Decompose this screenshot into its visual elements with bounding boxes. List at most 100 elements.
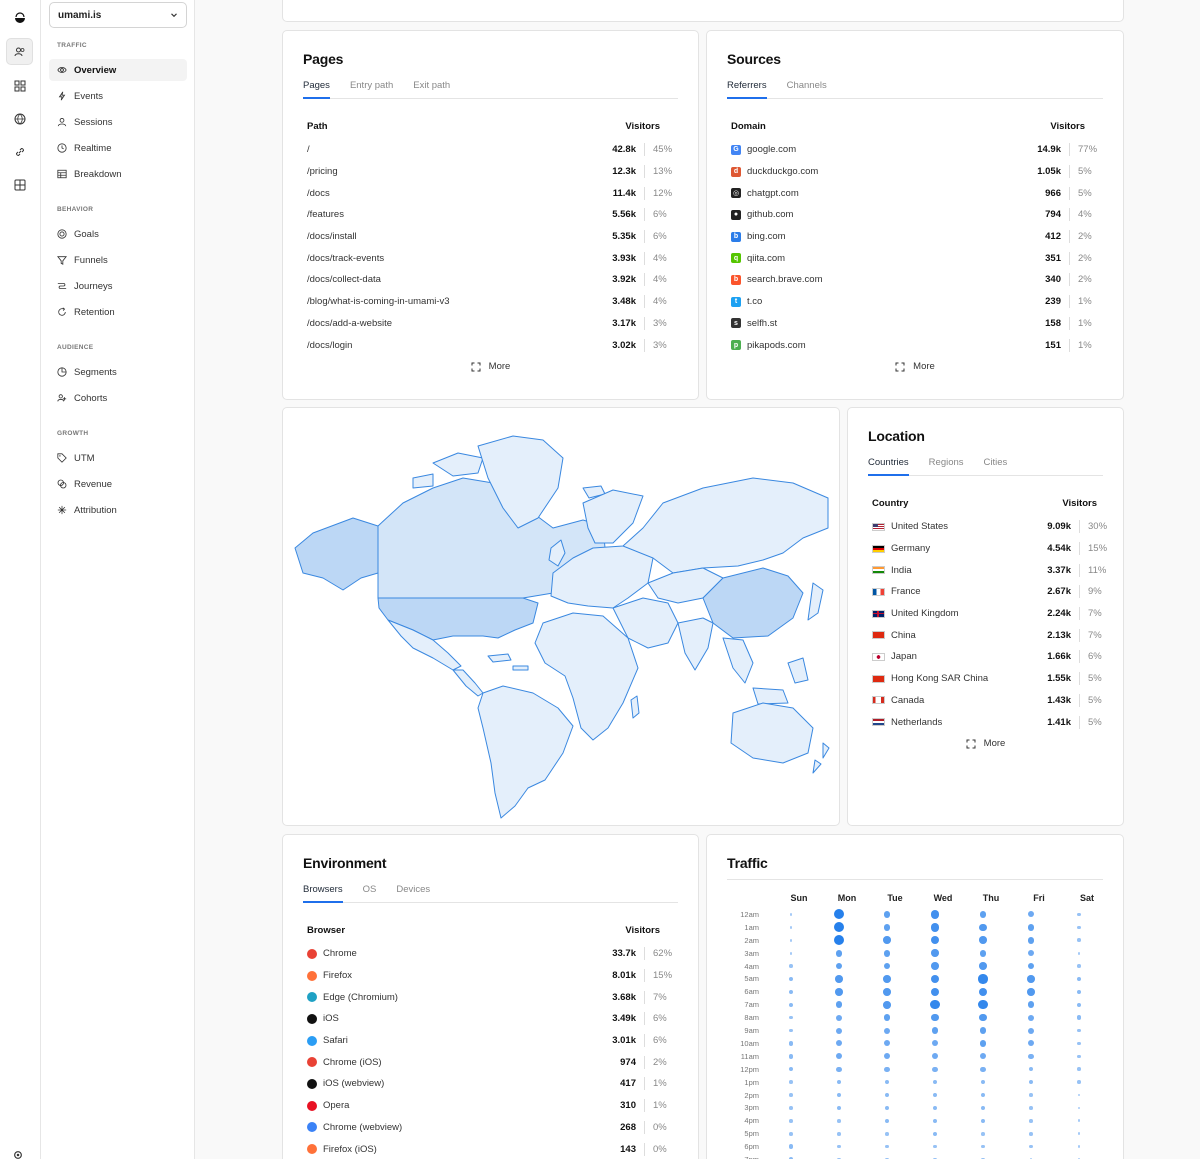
tab-entry-path[interactable]: Entry path: [350, 80, 393, 99]
table-row[interactable]: /docs/collect-data 3.92k 4%: [307, 269, 674, 291]
tab-os[interactable]: OS: [363, 884, 377, 903]
heatmap-cell[interactable]: [815, 1105, 863, 1111]
heatmap-cell[interactable]: [911, 949, 959, 957]
heatmap-cell[interactable]: [1007, 911, 1055, 918]
nav-utm[interactable]: UTM: [49, 447, 187, 469]
nav-overview[interactable]: Overview: [49, 59, 187, 81]
heatmap-cell[interactable]: [815, 1040, 863, 1047]
heatmap-cell[interactable]: [911, 1000, 959, 1010]
column-header-visitors[interactable]: Visitors: [625, 925, 674, 936]
map-region-madagascar[interactable]: [630, 695, 640, 719]
heatmap-cell[interactable]: [911, 923, 959, 932]
heatmap-cell[interactable]: [959, 1131, 1007, 1136]
heatmap-cell[interactable]: [863, 1079, 911, 1085]
heatmap-cell[interactable]: [911, 1118, 959, 1124]
globe-icon[interactable]: [6, 105, 33, 132]
map-region-southeast-asia[interactable]: [722, 637, 809, 705]
table-row[interactable]: Ggoogle.com 14.9k 77%: [731, 139, 1099, 161]
heatmap-cell[interactable]: [1007, 1131, 1055, 1136]
heatmap-cell[interactable]: [1055, 976, 1103, 982]
websites-icon[interactable]: [6, 38, 33, 65]
heatmap-cell[interactable]: [1055, 1119, 1103, 1123]
heatmap-cell[interactable]: [767, 976, 815, 982]
heatmap-cell[interactable]: [1007, 988, 1055, 996]
heatmap-cell[interactable]: [1055, 1080, 1103, 1084]
nav-goals[interactable]: Goals: [49, 223, 187, 245]
heatmap-cell[interactable]: [815, 1131, 863, 1136]
heatmap-cell[interactable]: [863, 1118, 911, 1124]
heatmap-cell[interactable]: [1007, 962, 1055, 970]
heatmap-cell[interactable]: [1055, 1002, 1103, 1007]
heatmap-cell[interactable]: [911, 1079, 959, 1085]
heatmap-cell[interactable]: [959, 1000, 1007, 1010]
heatmap-cell[interactable]: [1007, 1053, 1055, 1059]
heatmap-cell[interactable]: [863, 1040, 911, 1047]
heatmap-cell[interactable]: [815, 988, 863, 996]
table-row[interactable]: /features 5.56k 6%: [307, 204, 674, 226]
heatmap-cell[interactable]: [1055, 1054, 1103, 1059]
table-row[interactable]: /blog/what-is-coming-in-umami-v3 3.48k 4%: [307, 291, 674, 313]
table-row[interactable]: ◎ chatgpt.com 966 5%: [731, 182, 1099, 204]
heatmap-cell[interactable]: [815, 975, 863, 983]
heatmap-cell[interactable]: [815, 949, 863, 957]
heatmap-cell[interactable]: [1055, 951, 1103, 955]
heatmap-cell[interactable]: [863, 1066, 911, 1072]
tab-pages[interactable]: Pages: [303, 80, 330, 99]
table-row[interactable]: /docs/add-a-website 3.17k 3%: [307, 313, 674, 335]
table-row[interactable]: Germany 4.54k 15%: [872, 538, 1109, 560]
world-map[interactable]: [283, 408, 839, 825]
heatmap-cell[interactable]: [1055, 912, 1103, 917]
heatmap-cell[interactable]: [959, 936, 1007, 945]
heatmap-cell[interactable]: [863, 1131, 911, 1136]
location-more-button[interactable]: More: [848, 738, 1123, 749]
sources-more-button[interactable]: More: [707, 361, 1123, 372]
heatmap-cell[interactable]: [815, 1014, 863, 1021]
table-row[interactable]: q qiita.com 351 2%: [731, 247, 1099, 269]
heatmap-cell[interactable]: [959, 1118, 1007, 1124]
heatmap-cell[interactable]: [767, 1041, 815, 1046]
heatmap-cell[interactable]: [863, 1027, 911, 1034]
table-row[interactable]: b search.brave.com 340 2%: [731, 269, 1099, 291]
heatmap-cell[interactable]: [1055, 1106, 1103, 1110]
heatmap-cell[interactable]: [815, 935, 863, 946]
heatmap-cell[interactable]: [863, 1000, 911, 1009]
map-region-japan[interactable]: [807, 582, 824, 621]
heatmap-cell[interactable]: [767, 1106, 815, 1110]
table-row[interactable]: Opera 310 1%: [307, 1095, 674, 1117]
table-row[interactable]: Edge (Chromium) 3.68k 7%: [307, 986, 674, 1008]
column-header-browser[interactable]: Browser: [307, 925, 345, 936]
heatmap-cell[interactable]: [1007, 1027, 1055, 1034]
heatmap-cell[interactable]: [815, 922, 863, 933]
heatmap-cell[interactable]: [767, 1119, 815, 1123]
heatmap-cell[interactable]: [959, 1092, 1007, 1098]
heatmap-cell[interactable]: [863, 1014, 911, 1022]
heatmap-cell[interactable]: [911, 1131, 959, 1136]
heatmap-cell[interactable]: [911, 987, 959, 997]
heatmap-cell[interactable]: [1055, 925, 1103, 930]
heatmap-cell[interactable]: [1055, 1145, 1103, 1149]
heatmap-cell[interactable]: [767, 1093, 815, 1097]
table-row[interactable]: Canada 1.43k 5%: [872, 690, 1109, 712]
heatmap-cell[interactable]: [815, 1092, 863, 1098]
heatmap-cell[interactable]: [959, 923, 1007, 932]
heatmap-cell[interactable]: [863, 988, 911, 996]
map-region-alaska[interactable]: [294, 517, 379, 591]
heatmap-cell[interactable]: [1007, 1067, 1055, 1072]
table-row[interactable]: Chrome (webview) 268 0%: [307, 1117, 674, 1139]
map-region-russia[interactable]: [622, 477, 829, 574]
grid-icon[interactable]: [6, 171, 33, 198]
map-region-australia[interactable]: [730, 702, 814, 764]
nav-journeys[interactable]: Journeys: [49, 275, 187, 297]
heatmap-cell[interactable]: [863, 1144, 911, 1149]
table-row[interactable]: Firefox 8.01k 15%: [307, 965, 674, 987]
table-row[interactable]: /docs/track-events 3.93k 4%: [307, 247, 674, 269]
heatmap-cell[interactable]: [815, 1144, 863, 1149]
table-row[interactable]: iOS (webview) 417 1%: [307, 1073, 674, 1095]
heatmap-cell[interactable]: [1007, 1040, 1055, 1047]
heatmap-cell[interactable]: [863, 949, 911, 957]
table-row[interactable]: Safari 3.01k 6%: [307, 1030, 674, 1052]
heatmap-cell[interactable]: [815, 1027, 863, 1034]
heatmap-cell[interactable]: [863, 962, 911, 970]
heatmap-cell[interactable]: [815, 1066, 863, 1072]
heatmap-cell[interactable]: [911, 962, 959, 970]
